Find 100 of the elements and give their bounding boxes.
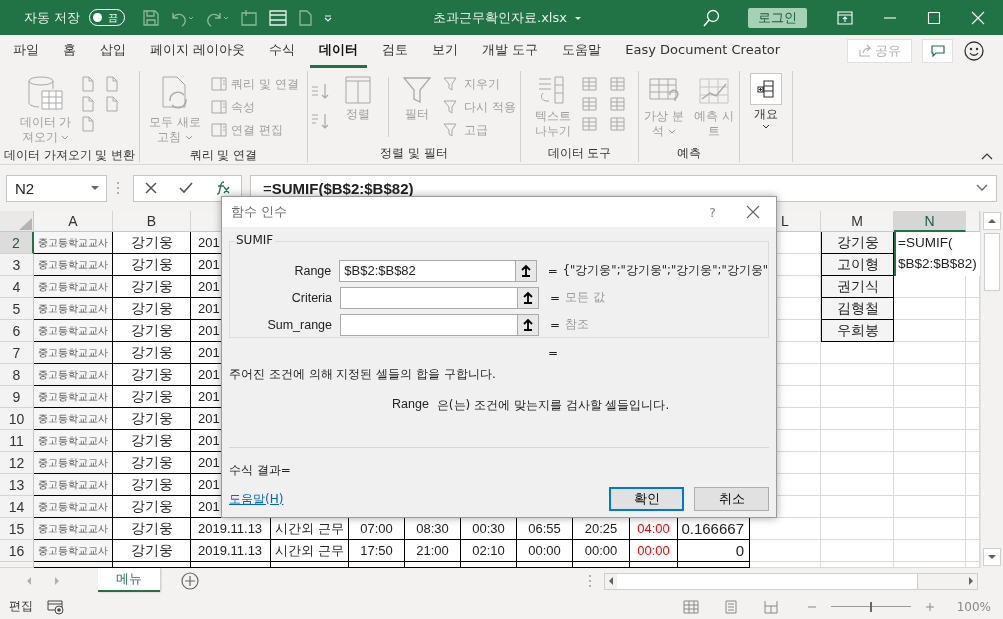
ribbon-tab[interactable]: 삽입 [91,34,135,68]
argument-field[interactable] [340,286,539,309]
checkmark-icon[interactable] [178,181,195,195]
table-tool-icon[interactable] [607,95,628,113]
ribbon-tab[interactable]: 도움말 [553,34,611,68]
close-icon[interactable] [746,205,760,219]
ribbon-tab[interactable]: Easy Document Creator [616,34,790,68]
window-title: 초과근무확인자료.xlsx [433,8,567,27]
row-header[interactable]: 16 [0,540,34,562]
table-tool-icon[interactable] [579,95,600,113]
row-header[interactable]: 4 [0,276,34,298]
comments-button[interactable] [922,39,953,63]
row-header[interactable]: 6 [0,320,34,342]
outline-button[interactable]: 개요 [749,73,783,132]
table-tool-icon[interactable] [579,115,600,133]
table-cell: 21:00 [416,543,449,558]
table-tool-icon[interactable] [607,115,628,133]
help-button[interactable]: ? [709,204,716,220]
column-header[interactable]: A [34,211,113,232]
argument-label: Range [293,263,332,278]
add-sheet-icon[interactable] [180,571,200,591]
table-tool-icon[interactable] [579,75,600,93]
ribbon-tab[interactable]: 보기 [423,34,468,68]
comment-icon [930,45,945,57]
argument-result: 참조 [565,317,589,332]
row-header[interactable]: 3 [0,254,34,276]
ribbon-tab[interactable]: 홈 [54,34,85,68]
ribbon-tab[interactable]: 검토 [373,34,418,68]
document-icon[interactable] [297,8,314,27]
row-header[interactable]: 5 [0,298,34,320]
normal-view-icon[interactable] [682,599,699,614]
table-cell: 0.166667 [681,520,744,537]
function-icon[interactable] [214,181,231,195]
table-cell: 중고등학교교사 [38,389,108,404]
table-cell: 강기웅 [130,233,173,252]
column-header[interactable]: B [113,211,191,232]
row-header[interactable]: 15 [0,518,34,540]
column-header[interactable]: M [821,211,894,232]
table-cell: 201 [198,499,220,514]
save-icon[interactable] [142,8,161,27]
caret-icon [61,135,70,141]
next-sheet-icon[interactable] [52,576,62,586]
macro-record-icon[interactable] [47,598,65,615]
sign-in-button[interactable]: 로그인 [748,7,807,28]
scroll-thumb[interactable] [617,573,918,589]
dialog-button[interactable]: 취소 [694,487,769,511]
table-cell: 00:00 [584,543,618,558]
argument-result: {"강기웅";"강기웅";"강기웅";"강기웅" [562,263,768,278]
empty-cell [894,540,966,562]
caret-icon [90,185,100,191]
form-icon[interactable] [268,8,289,27]
search-icon[interactable] [702,7,722,28]
collapse-button[interactable] [517,314,538,335]
column-header[interactable]: N [894,211,966,232]
page-layout-icon[interactable] [722,599,739,614]
collapse-button[interactable] [514,260,536,281]
smiley-icon[interactable] [963,40,985,62]
scroll-thumb[interactable] [984,233,1000,291]
ribbon-tab[interactable]: 데이터 [310,34,368,68]
collapse-button[interactable] [517,287,538,308]
row-header[interactable]: 12 [0,452,34,474]
zoom-slider-thumb[interactable] [869,601,872,612]
help-link[interactable]: 도움말(H) [229,490,284,508]
row-header[interactable]: 10 [0,408,34,430]
share-icon [858,44,872,58]
dialog-button[interactable]: 확인 [609,487,684,511]
ribbon-tab[interactable]: 파일 [4,34,48,68]
zoom-in-icon[interactable] [924,601,935,612]
row-header[interactable]: 13 [0,474,34,496]
horizontal-scrollbar[interactable] [604,572,978,590]
row-header[interactable]: 14 [0,496,34,518]
table-cell: 강기웅 [130,277,173,296]
scroll-down-icon[interactable] [983,548,1001,566]
grip-icon[interactable] [588,574,592,588]
row-header[interactable]: 2 [0,232,34,254]
sheet-tab[interactable]: 메뉴 [98,568,160,592]
ribbon-tab[interactable]: 페이지 레이아웃 [141,34,255,68]
grip-icon[interactable] [115,180,121,196]
table-cell: 00:30 [472,521,505,536]
expand-icon[interactable] [976,184,988,192]
argument-field[interactable]: $B$2:$B$82 [339,259,537,282]
row-header[interactable] [0,562,34,568]
collapse-ribbon-icon[interactable] [981,152,993,160]
cancel-icon[interactable] [144,181,159,195]
frame-icon[interactable] [239,8,260,27]
scroll-up-icon[interactable] [983,212,1001,230]
ribbon-tab[interactable]: 개발 도구 [473,34,548,68]
row-header[interactable]: 9 [0,386,34,408]
row-header[interactable]: 7 [0,342,34,364]
cell-editor[interactable]: =SUMIF( $B$2:$B$82) [894,232,980,276]
ribbon-display-icon[interactable] [837,10,853,25]
row-header[interactable]: 8 [0,364,34,386]
table-tool-icon[interactable] [607,75,628,93]
argument-field[interactable] [340,313,539,336]
ribbon-tab[interactable]: 수식 [260,34,305,68]
maximize-icon[interactable] [927,10,941,25]
vertical-scrollbar[interactable] [980,211,1003,568]
page-break-icon[interactable] [762,599,779,614]
row-header[interactable]: 11 [0,430,34,452]
name-box[interactable]: N2 [6,174,107,202]
